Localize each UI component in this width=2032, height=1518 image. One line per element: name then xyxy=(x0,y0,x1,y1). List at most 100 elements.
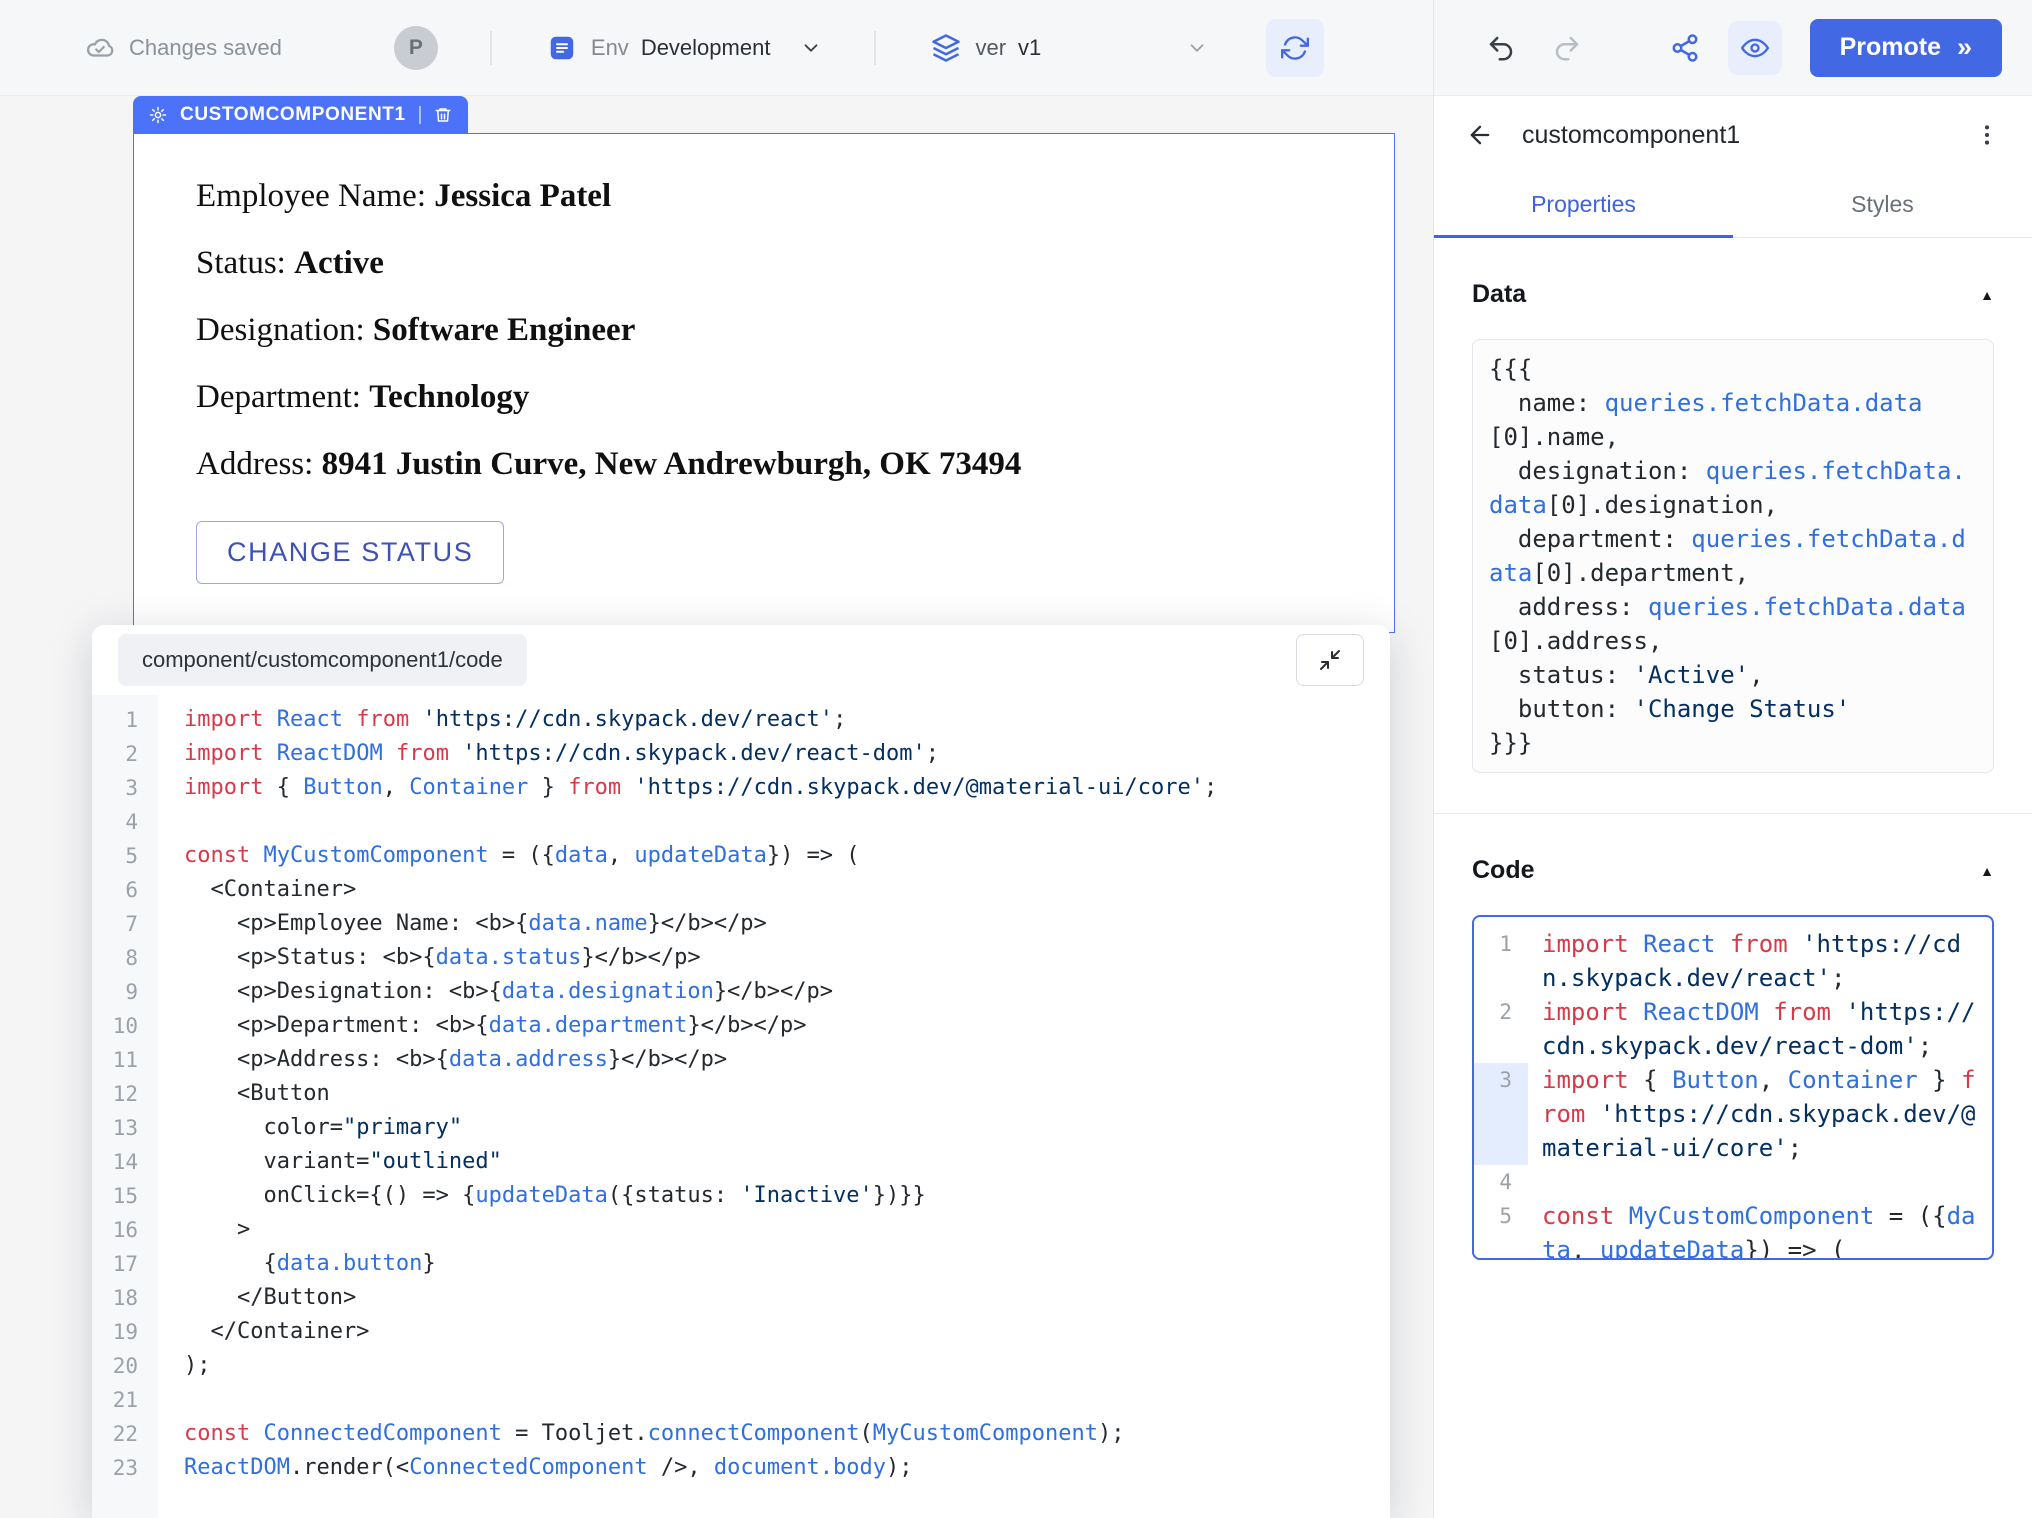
code-panel: component/customcomponent1/code 1import … xyxy=(92,625,1390,1518)
code-line: designation: queries.fetchData.data[0].d… xyxy=(1489,454,1977,522)
line-number: 17 xyxy=(92,1247,158,1281)
line-number: 4 xyxy=(1474,1165,1528,1199)
promote-label: Promote xyxy=(1840,33,1941,62)
code-text: name: queries.fetchData.data[0].name, xyxy=(1489,386,1977,454)
code-text: const MyCustomComponent = ({data, update… xyxy=(158,839,860,873)
code-line: 17 {data.button} xyxy=(92,1247,1390,1281)
code-line: 1import React from 'https://cdn.skypack.… xyxy=(92,703,1390,737)
share-icon xyxy=(1670,33,1700,63)
chevron-down-icon xyxy=(800,37,822,59)
code-line: 8 <p>Status: <b>{data.status}</b></p> xyxy=(92,941,1390,975)
avatar[interactable]: P xyxy=(394,26,438,70)
topbar-divider xyxy=(490,31,492,65)
env-value: Development xyxy=(641,35,771,61)
widget-label-divider xyxy=(419,106,421,124)
inspector-title: customcomponent1 xyxy=(1522,121,1740,150)
code-line: {{{ xyxy=(1489,352,1977,386)
code-text: ); xyxy=(158,1349,211,1383)
code-line: 2import ReactDOM from 'https://cdn.skypa… xyxy=(92,737,1390,771)
code-line: 2import ReactDOM from 'https://cdn.skypa… xyxy=(1474,995,1992,1063)
left-topbar: Changes saved P Env Development xyxy=(0,0,1433,96)
gear-icon xyxy=(149,106,167,124)
version-selector[interactable]: ver v1 xyxy=(931,33,1208,63)
refresh-button[interactable] xyxy=(1266,19,1324,77)
code-line: 7 <p>Employee Name: <b>{data.name}</b></… xyxy=(92,907,1390,941)
change-status-button[interactable]: CHANGE STATUS xyxy=(196,521,504,584)
code-text: <p>Employee Name: <b>{data.name}</b></p> xyxy=(158,907,767,941)
code-text: const MyCustomComponent = ({data, update… xyxy=(1528,1199,1992,1260)
code-text: status: 'Active', xyxy=(1489,658,1977,692)
line-number: 10 xyxy=(92,1009,158,1043)
widget-name: CUSTOMCOMPONENT1 xyxy=(180,104,406,126)
line-number: 7 xyxy=(92,907,158,941)
code-line: name: queries.fetchData.data[0].name, xyxy=(1489,386,1977,454)
share-button[interactable] xyxy=(1670,33,1700,63)
code-text xyxy=(158,805,197,839)
code-text: color="primary" xyxy=(158,1111,462,1145)
code-line: 23ReactDOM.render(<ConnectedComponent />… xyxy=(92,1451,1390,1485)
back-button[interactable] xyxy=(1466,121,1494,149)
code-text: </Container> xyxy=(158,1315,369,1349)
env-icon xyxy=(547,33,577,63)
promote-button[interactable]: Promote » xyxy=(1810,19,2002,77)
line-number: 18 xyxy=(92,1281,158,1315)
main-code-editor[interactable]: 1import React from 'https://cdn.skypack.… xyxy=(92,695,1390,1518)
code-line: 11 <p>Address: <b>{data.address}</b></p> xyxy=(92,1043,1390,1077)
widget-selection-label[interactable]: CUSTOMCOMPONENT1 xyxy=(133,96,468,133)
version-label: ver xyxy=(975,35,1006,61)
undo-button[interactable] xyxy=(1486,33,1516,63)
code-line: address: queries.fetchData.data[0].addre… xyxy=(1489,590,1977,658)
custom-component-widget[interactable]: CUSTOMCOMPONENT1 Employee Name: Jessica … xyxy=(133,96,1395,633)
app-canvas[interactable]: CUSTOMCOMPONENT1 Employee Name: Jessica … xyxy=(0,96,1433,1518)
data-code-input[interactable]: {{{ name: queries.fetchData.data[0].name… xyxy=(1472,339,1994,773)
line-number: 2 xyxy=(92,737,158,771)
field-designation: Designation: Software Engineer xyxy=(196,312,1332,349)
redo-button[interactable] xyxy=(1552,33,1582,63)
minimize-icon xyxy=(1318,648,1342,672)
code-line: 4 xyxy=(92,805,1390,839)
refresh-icon xyxy=(1281,34,1309,62)
line-number: 21 xyxy=(92,1383,158,1417)
section-divider xyxy=(1434,813,2032,814)
code-line: status: 'Active', xyxy=(1489,658,1977,692)
changes-saved-label: Changes saved xyxy=(129,35,282,61)
preview-button[interactable] xyxy=(1728,21,1782,75)
collapse-panel-button[interactable] xyxy=(1296,634,1364,686)
code-path-label: component/customcomponent1/code xyxy=(118,634,527,686)
code-text: <p>Address: <b>{data.address}</b></p> xyxy=(158,1043,727,1077)
kebab-menu-icon xyxy=(1974,122,2000,148)
code-line: 3import { Button, Container } from 'http… xyxy=(92,771,1390,805)
trash-icon[interactable] xyxy=(434,106,452,124)
code-line: 13 color="primary" xyxy=(92,1111,1390,1145)
line-number: 20 xyxy=(92,1349,158,1383)
inspector-panel: Promote » customcomponent1 Properties St… xyxy=(1434,0,2032,1518)
code-text: {{{ xyxy=(1489,352,1977,386)
code-line: button: 'Change Status' xyxy=(1489,692,1977,726)
code-text: import { Button, Container } from 'https… xyxy=(158,771,1217,805)
redo-icon xyxy=(1552,33,1582,63)
topbar-divider xyxy=(874,31,876,65)
inspector-code-editor[interactable]: 1import React from 'https://cdn.skypack.… xyxy=(1472,915,1994,1260)
code-section-header[interactable]: Code ▲ xyxy=(1472,856,1994,885)
more-options-button[interactable] xyxy=(1974,122,2000,148)
environment-selector[interactable]: Env Development xyxy=(547,33,823,63)
code-line: }}} xyxy=(1489,726,1977,760)
line-number: 5 xyxy=(92,839,158,873)
code-line: 16 > xyxy=(92,1213,1390,1247)
inspector-body: Data ▲ {{{ name: queries.fetchData.data[… xyxy=(1434,238,2032,1518)
code-text: designation: queries.fetchData.data[0].d… xyxy=(1489,454,1977,522)
code-line: 15 onClick={() => {updateData({status: '… xyxy=(92,1179,1390,1213)
tab-properties[interactable]: Properties xyxy=(1434,174,1733,237)
tab-styles[interactable]: Styles xyxy=(1733,174,2032,237)
code-line: 3import { Button, Container } from 'http… xyxy=(1474,1063,1992,1165)
version-value: v1 xyxy=(1018,35,1041,61)
code-line: 12 <Button xyxy=(92,1077,1390,1111)
data-section-header[interactable]: Data ▲ xyxy=(1472,280,1994,309)
line-number: 4 xyxy=(92,805,158,839)
line-number: 5 xyxy=(1474,1199,1528,1260)
collapse-triangle-icon: ▲ xyxy=(1980,863,1994,879)
code-text: }}} xyxy=(1489,726,1977,760)
code-panel-header: component/customcomponent1/code xyxy=(92,625,1390,695)
code-text: {data.button} xyxy=(158,1247,436,1281)
code-text: import React from 'https://cdn.skypack.d… xyxy=(158,703,846,737)
